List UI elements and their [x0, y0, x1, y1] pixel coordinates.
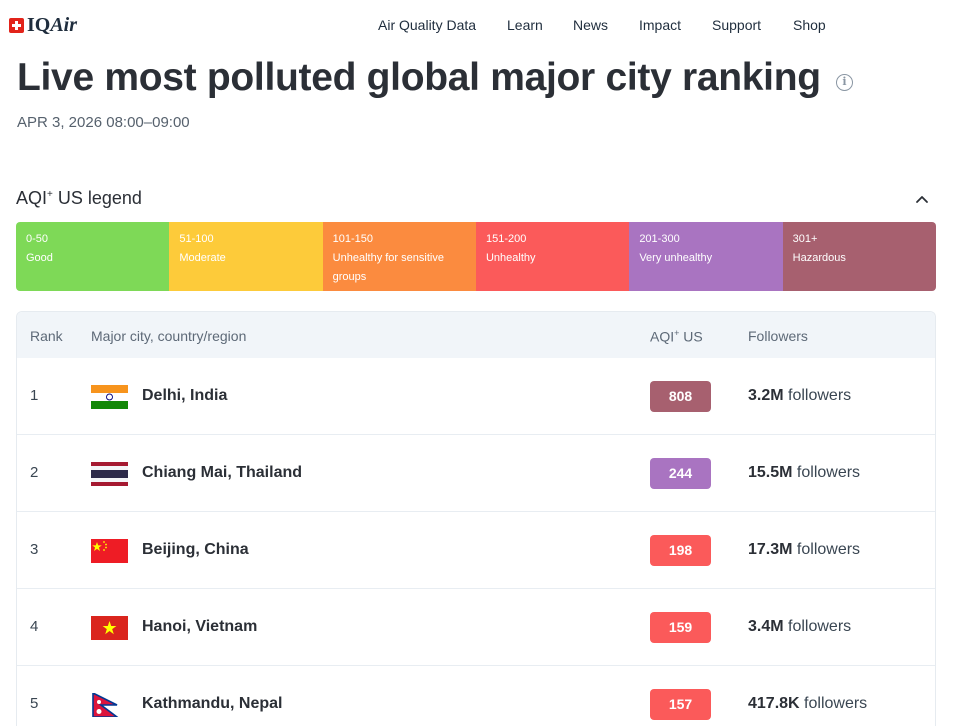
followers-count: 17.3M followers: [748, 541, 861, 558]
rank-value: 3: [30, 541, 39, 558]
table-row[interactable]: 4 Hanoi, Vietnam 159 3.4M followers: [17, 589, 935, 666]
followers-count: 15.5M followers: [748, 464, 861, 481]
city-name[interactable]: Delhi, India: [142, 387, 227, 405]
nav-shop[interactable]: Shop: [793, 17, 826, 33]
table-row[interactable]: 5 Kathmandu, Nepal 157 417.8K followers: [17, 666, 935, 726]
nav-impact[interactable]: Impact: [639, 17, 681, 33]
city-name[interactable]: Beijing, China: [142, 541, 249, 559]
legend-segment-moderate: 51-100 Moderate: [169, 222, 323, 291]
ranking-timestamp: APR 3, 2026 08:00–09:00: [17, 114, 190, 131]
nav-news[interactable]: News: [573, 17, 608, 33]
legend-segment-unhealthy-sensitive: 101-150 Unhealthy for sensitive groups: [322, 222, 476, 291]
main-nav: Air Quality Data Learn News Impact Suppo…: [0, 17, 955, 37]
legend-segment-very-unhealthy: 201-300 Very unhealthy: [629, 222, 783, 291]
legend-segment-good: 0-50 Good: [16, 222, 170, 291]
followers-count: 3.2M followers: [748, 387, 852, 404]
aqi-badge: 244: [650, 458, 711, 489]
rank-value: 5: [30, 695, 39, 712]
top-navigation-bar: IQAir Air Quality Data Learn News Impact…: [0, 0, 955, 52]
table-row[interactable]: 2 Chiang Mai, Thailand 244 15.5M followe…: [17, 435, 935, 512]
city-name[interactable]: Hanoi, Vietnam: [142, 618, 257, 636]
info-icon[interactable]: i: [836, 74, 853, 91]
nav-learn[interactable]: Learn: [507, 17, 543, 33]
table-row[interactable]: 3 Beijing, China 198 17.3M followers: [17, 512, 935, 589]
aqi-badge: 808: [650, 381, 711, 412]
aqi-badge: 157: [650, 689, 711, 720]
followers-count: 3.4M followers: [748, 618, 852, 635]
legend-title: AQI+ US legend: [16, 188, 142, 208]
nav-support[interactable]: Support: [712, 17, 761, 33]
header-city[interactable]: Major city, country/region: [91, 328, 246, 344]
vietnam-flag-icon: [91, 616, 128, 640]
city-ranking-table: Rank Major city, country/region AQI+ US …: [16, 311, 936, 726]
rank-value: 4: [30, 618, 39, 635]
header-rank[interactable]: Rank: [30, 328, 63, 344]
india-flag-icon: [91, 385, 128, 409]
nav-air-quality-data[interactable]: Air Quality Data: [378, 17, 476, 33]
chevron-up-icon[interactable]: [915, 192, 929, 206]
aqi-legend-bar: 0-50 Good 51-100 Moderate 101-150 Unhealthy…: [16, 222, 936, 291]
city-name[interactable]: Chiang Mai, Thailand: [142, 464, 302, 482]
rank-value: 2: [30, 464, 39, 481]
legend-segment-hazardous: 301+ Hazardous: [782, 222, 936, 291]
followers-count: 417.8K followers: [748, 695, 868, 712]
aqi-badge: 159: [650, 612, 711, 643]
city-name[interactable]: Kathmandu, Nepal: [142, 695, 282, 713]
nepal-flag-icon: [92, 693, 119, 717]
header-aqi[interactable]: AQI+ US: [650, 328, 703, 345]
thailand-flag-icon: [91, 462, 128, 486]
rank-value: 1: [30, 387, 39, 404]
aqi-badge: 198: [650, 535, 711, 566]
china-flag-icon: [91, 539, 128, 563]
table-row[interactable]: 1 Delhi, India 808 3.2M followers: [17, 358, 935, 435]
page-title: Live most polluted global major city ran…: [17, 56, 821, 99]
header-followers[interactable]: Followers: [748, 328, 808, 344]
table-header: Rank Major city, country/region AQI+ US …: [17, 312, 935, 358]
legend-segment-unhealthy: 151-200 Unhealthy: [475, 222, 630, 291]
